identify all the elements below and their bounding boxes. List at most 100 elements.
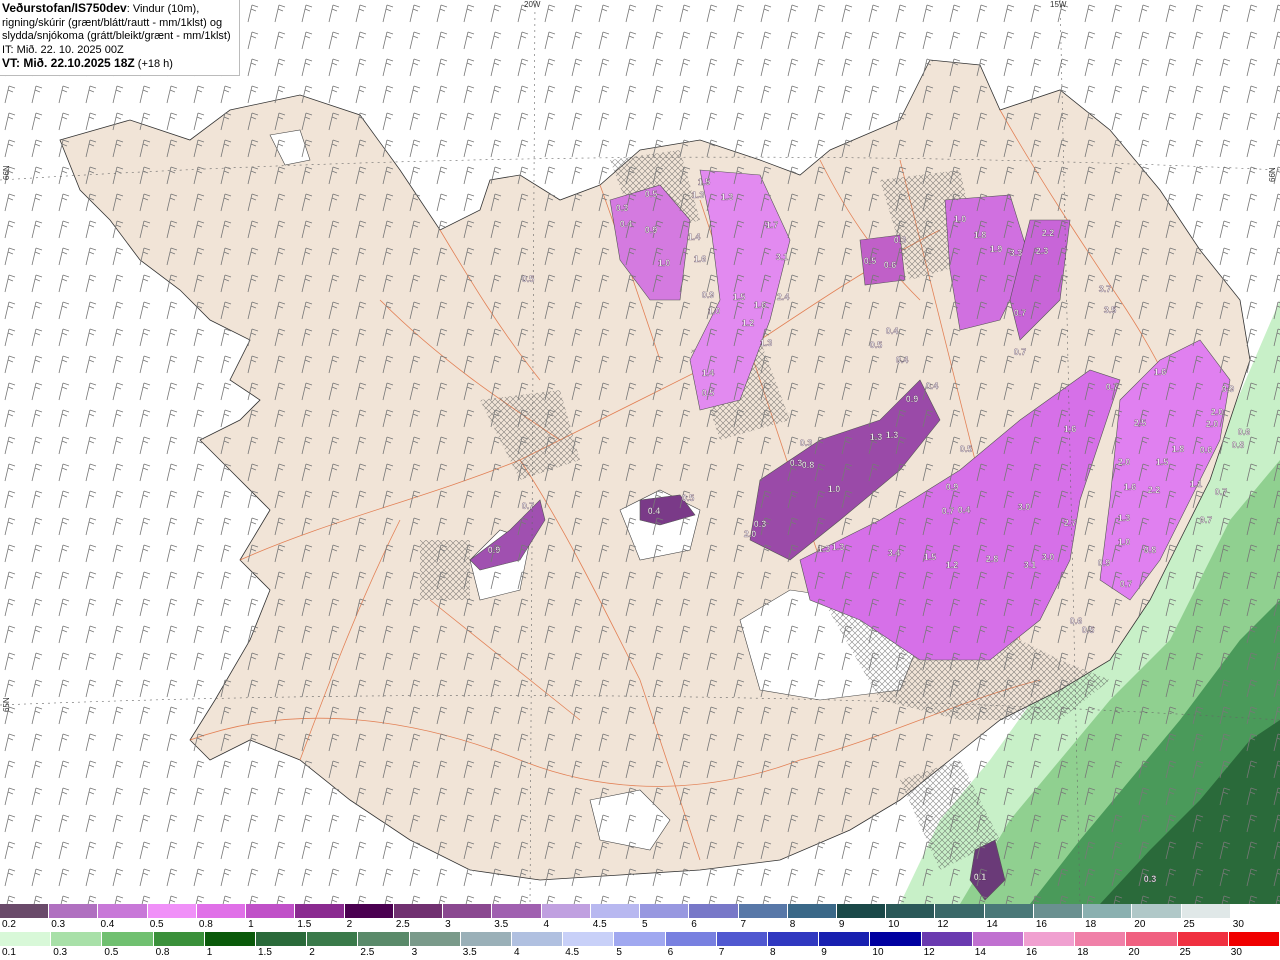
legend-tick-label: 18 bbox=[1085, 919, 1097, 930]
precip-value-label: 0.3 bbox=[790, 458, 803, 468]
legend-tick-label: 6 bbox=[667, 947, 674, 958]
legend-tick-label: 30 bbox=[1230, 947, 1242, 958]
precip-value-label: 2.0 bbox=[1211, 407, 1224, 417]
precip-value-label: 1.4 bbox=[688, 232, 701, 242]
legend-tick-label: 2 bbox=[309, 947, 315, 958]
legend-tick-label: 0.3 bbox=[51, 919, 66, 930]
grid-label-20w: 20W bbox=[524, 0, 541, 9]
legend-swatch bbox=[344, 904, 394, 918]
precip-value-label: 0.7 bbox=[942, 506, 955, 516]
precip-value-label: 0.8 bbox=[802, 460, 815, 470]
precip-value-label: 1.0 bbox=[658, 258, 671, 268]
precip-value-label: 0.9 bbox=[488, 545, 501, 555]
precip-value-label: 0.7 bbox=[1014, 347, 1027, 357]
legend-tick-label: 1.5 bbox=[297, 919, 312, 930]
precip-value-label: 0.4 bbox=[926, 381, 939, 391]
legend-tick-label: 3.5 bbox=[494, 919, 509, 930]
legend-swatch bbox=[1132, 904, 1182, 918]
precip-value-label: 1.6 bbox=[754, 300, 767, 310]
precip-value-label: 1.2 bbox=[742, 318, 755, 328]
precip-value-label: 0.3 bbox=[894, 235, 907, 245]
precip-value-label: 0.8 bbox=[1144, 545, 1157, 555]
precip-value-label: 0.9 bbox=[1098, 558, 1111, 568]
legend-tick-label: 5 bbox=[642, 919, 648, 930]
precip-value-label: 2.8 bbox=[986, 554, 999, 564]
legend-tick-label: 6 bbox=[691, 919, 697, 930]
legend-tick-label: 0.2 bbox=[2, 919, 16, 930]
valid-time: VT: Mið. 22.10.2025 18Z bbox=[2, 56, 135, 70]
legend-swatch bbox=[102, 932, 154, 946]
precip-value-label: 0.7 bbox=[1215, 487, 1228, 497]
legend-swatch bbox=[541, 904, 591, 918]
precip-value-label: 0.4 bbox=[896, 355, 909, 365]
legend-tick-label: 0.5 bbox=[104, 947, 119, 958]
precip-value-label: 0.5 bbox=[522, 274, 535, 284]
legend-swatch bbox=[460, 932, 513, 946]
precip-value-label: 1.5 bbox=[924, 552, 937, 562]
legend-tick-label: 0.3 bbox=[53, 947, 68, 958]
legend-tick-label: 3 bbox=[445, 919, 451, 930]
legend-tick-label: 1.5 bbox=[258, 947, 272, 958]
description-1: : Vindur (10m), bbox=[126, 3, 200, 15]
precip-value-label: 0.1 bbox=[974, 872, 987, 882]
precip-value-label: 0.5 bbox=[870, 340, 883, 350]
precip-value-label: 0.9 bbox=[1222, 384, 1235, 394]
precip-value-label: 0.5 bbox=[864, 256, 877, 266]
precip-value-label: 1.5 bbox=[698, 177, 711, 187]
legend-tick-label: 0.1 bbox=[2, 947, 16, 958]
legend-tick-label: 0.5 bbox=[149, 919, 164, 930]
grid-label-66n-left: 66N bbox=[2, 165, 11, 180]
legend-tick-label: 16 bbox=[1026, 947, 1038, 958]
precip-value-label: 1.5 bbox=[1156, 457, 1169, 467]
legend-tick-label: 2 bbox=[346, 919, 353, 930]
legend-rain-swatches bbox=[0, 932, 1280, 946]
description-3: slydda/snjókoma (grátt/bleikt/grænt - mm… bbox=[2, 30, 231, 42]
precip-value-label: 1.9 bbox=[990, 244, 1003, 254]
legend-swatch bbox=[51, 932, 103, 946]
precip-value-label: 0.6 bbox=[1200, 445, 1213, 455]
legend-swatch bbox=[590, 904, 641, 918]
map-info-box: Veðurstofan/IS750dev: Vindur (10m), rign… bbox=[0, 0, 240, 76]
legend-swatch bbox=[0, 932, 52, 946]
precip-value-label: 3.0 bbox=[1042, 552, 1055, 562]
precip-value-label: 0.4 bbox=[648, 506, 661, 516]
legend-tick-label: 2.5 bbox=[395, 919, 410, 930]
model-name: Veðurstofan/IS750dev bbox=[2, 1, 127, 15]
legend-tick-label: 8 bbox=[789, 919, 796, 930]
precip-value-label: 3.1 bbox=[1024, 560, 1037, 570]
legend-swatch bbox=[886, 904, 936, 918]
precip-value-label: 2.0 bbox=[744, 529, 757, 539]
precip-value-label: 1.3 bbox=[692, 190, 705, 200]
legend-tick-label: 20 bbox=[1128, 947, 1140, 958]
legend-swatch bbox=[307, 932, 359, 946]
precip-value-label: 2.2 bbox=[1148, 485, 1161, 495]
grid-label-15w: 15W bbox=[1050, 0, 1067, 9]
precip-value-label: 0.9 bbox=[906, 394, 919, 404]
initial-time: IT: Mið. 22. 10. 2025 00Z bbox=[2, 43, 124, 56]
precip-value-label: 1.1 bbox=[1190, 479, 1203, 489]
precip-value-label: 2.2 bbox=[1042, 228, 1055, 238]
legend-tick-label: 30 bbox=[1232, 919, 1244, 930]
legend-swatch bbox=[196, 904, 247, 918]
precip-value-label: 1.2 bbox=[946, 560, 959, 570]
legend-swatch bbox=[738, 904, 788, 918]
legend-swatch bbox=[49, 904, 99, 918]
precip-value-label: 2.0 bbox=[1206, 419, 1219, 429]
precip-value-label: 1.3 bbox=[832, 542, 845, 552]
precip-value-label: 1.4 bbox=[702, 368, 715, 378]
legend-swatch bbox=[147, 904, 197, 918]
legend-swatch bbox=[393, 904, 444, 918]
legend-tick-label: 20 bbox=[1134, 919, 1146, 930]
legend-swatch bbox=[358, 932, 410, 946]
precip-value-label: 0.3 bbox=[800, 438, 813, 448]
legend-swatch bbox=[1230, 904, 1280, 918]
legend-swatch bbox=[1181, 904, 1231, 918]
precip-value-label: 3.3 bbox=[1010, 248, 1023, 258]
precip-value-label: 1.3 bbox=[721, 192, 734, 202]
legend-swatch bbox=[98, 904, 148, 918]
legend-tick-label: 14 bbox=[974, 947, 986, 958]
legend-swatch bbox=[1075, 932, 1127, 946]
precip-value-label: 3.1 bbox=[776, 252, 789, 262]
legend-tick-label: 4.5 bbox=[565, 947, 580, 958]
precip-value-label: 3.5 bbox=[1104, 305, 1117, 315]
